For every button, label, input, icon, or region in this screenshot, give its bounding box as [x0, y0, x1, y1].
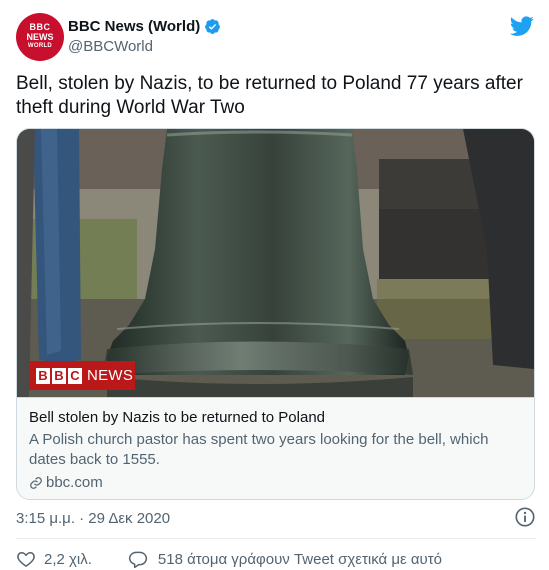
badge-news-label: NEWS: [87, 367, 134, 384]
timestamp[interactable]: 3:15 μ.μ. · 29 Δεκ 2020: [16, 509, 170, 529]
likes-count: 2,2 χιλ.: [44, 550, 92, 568]
card-domain-text: bbc.com: [46, 474, 103, 491]
handle[interactable]: @BBCWorld: [68, 37, 153, 56]
bbc-news-badge: B B C NEWS: [29, 361, 135, 390]
tweet: BBC NEWS WORLD BBC News (World) @BBCWorl…: [0, 0, 549, 569]
like-button[interactable]: 2,2 χιλ.: [16, 549, 92, 569]
divider: [16, 538, 536, 539]
link-card[interactable]: B B C NEWS Bell stolen by Nazis to be re…: [16, 128, 535, 500]
reply-bubble-icon: [128, 551, 147, 569]
avatar-text-news: NEWS: [26, 32, 54, 42]
reply-button[interactable]: 518 άτομα γράφουν Tweet σχετικά με αυτό: [128, 549, 442, 569]
badge-letter: B: [36, 367, 50, 384]
avatar-text-bbc: BBC: [29, 22, 51, 32]
card-description: A Polish church pastor has spent two yea…: [29, 431, 489, 468]
badge-letter: C: [68, 367, 82, 384]
tweet-text: Bell, stolen by Nazis, to be returned to…: [16, 73, 523, 118]
info-icon[interactable]: [514, 506, 536, 528]
reply-count: 518 άτομα γράφουν Tweet σχετικά με αυτό: [157, 550, 443, 568]
verified-badge-icon: [205, 19, 221, 34]
heart-icon: [17, 552, 35, 567]
link-icon: [30, 477, 42, 489]
avatar-text-world: WORLD: [27, 43, 53, 49]
name-row: BBC News (World): [68, 17, 221, 36]
avatar[interactable]: BBC NEWS WORLD: [16, 13, 64, 61]
card-domain[interactable]: bbc.com: [29, 473, 103, 493]
twitter-bird-icon[interactable]: [510, 14, 534, 38]
badge-letter: B: [52, 367, 66, 384]
display-name[interactable]: BBC News (World): [68, 17, 200, 36]
card-body[interactable]: Bell stolen by Nazis to be returned to P…: [17, 397, 534, 499]
card-title[interactable]: Bell stolen by Nazis to be returned to P…: [29, 408, 325, 428]
card-image-bell[interactable]: [17, 129, 534, 397]
